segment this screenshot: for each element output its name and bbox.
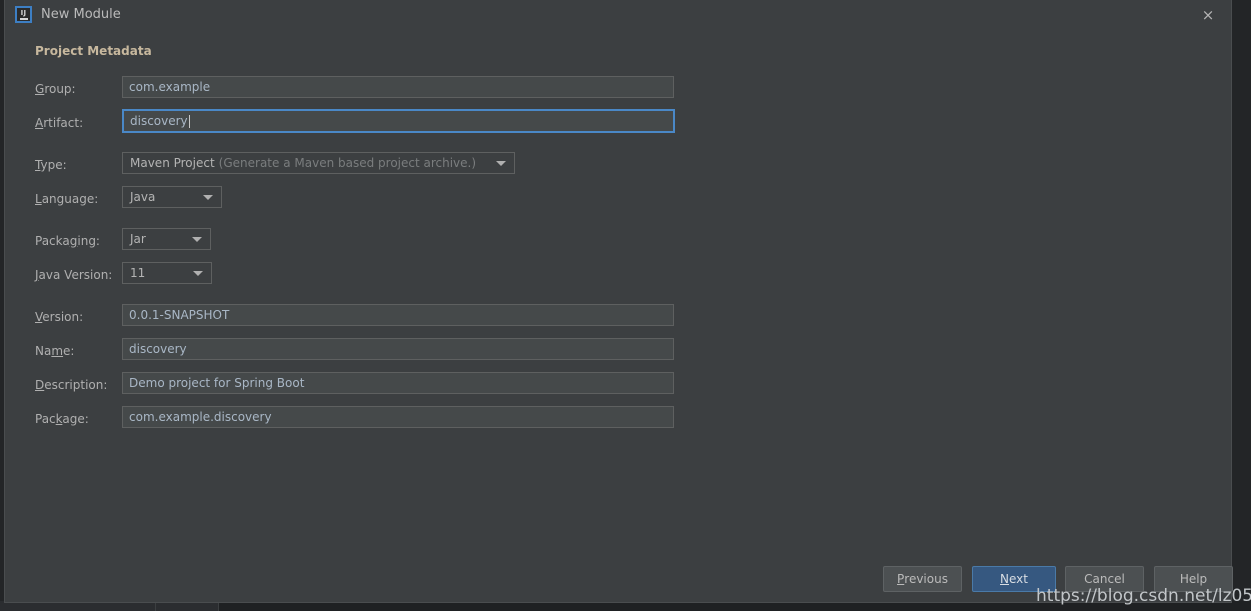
type-value: Maven Project: [130, 156, 215, 170]
type-hint: (Generate a Maven based project archive.…: [218, 156, 477, 170]
artifact-input[interactable]: discovery: [122, 109, 675, 133]
dialog-title: New Module: [41, 7, 121, 22]
watermark-text: https://blog.csdn.net/lz050116: [1036, 586, 1251, 606]
package-label: Package:: [35, 412, 89, 426]
type-label: Type:: [35, 158, 67, 172]
description-label: Description:: [35, 378, 108, 392]
chevron-down-icon: [203, 195, 213, 200]
java-version-dropdown[interactable]: 11: [122, 262, 212, 284]
version-label: Version:: [35, 310, 84, 324]
chevron-down-icon: [496, 161, 506, 166]
logo-text: IJ: [20, 8, 27, 17]
previous-button[interactable]: Previous: [883, 566, 962, 592]
name-value: discovery: [129, 342, 187, 356]
version-input[interactable]: 0.0.1-SNAPSHOT: [122, 304, 674, 326]
package-input[interactable]: com.example.discovery: [122, 406, 674, 428]
section-heading: Project Metadata: [35, 44, 152, 58]
group-label: Group:: [35, 82, 76, 96]
group-input[interactable]: com.example: [122, 76, 674, 98]
name-input[interactable]: discovery: [122, 338, 674, 360]
description-input[interactable]: Demo project for Spring Boot: [122, 372, 674, 394]
artifact-label: Artifact:: [35, 116, 84, 130]
java-version-value: 11: [130, 266, 146, 280]
java-version-label: Java Version:: [35, 268, 113, 282]
close-icon[interactable]: ×: [1185, 0, 1231, 30]
language-value: Java: [130, 190, 156, 204]
version-value: 0.0.1-SNAPSHOT: [129, 308, 230, 322]
intellij-idea-logo-icon: IJ: [15, 6, 32, 23]
dialog-title-bar: IJ New Module ×: [5, 0, 1231, 30]
name-label: Name:: [35, 344, 75, 358]
group-value: com.example: [129, 80, 211, 94]
language-dropdown[interactable]: Java: [122, 186, 222, 208]
artifact-value: discovery: [130, 114, 188, 128]
type-dropdown[interactable]: Maven Project (Generate a Maven based pr…: [122, 152, 515, 174]
language-label: Language:: [35, 192, 99, 206]
chevron-down-icon: [192, 237, 202, 242]
chevron-down-icon: [193, 271, 203, 276]
packaging-value: Jar: [130, 232, 146, 246]
text-caret: [188, 114, 190, 128]
description-value: Demo project for Spring Boot: [129, 376, 305, 390]
new-module-dialog: IJ New Module × Project Metadata Group: …: [4, 0, 1233, 603]
packaging-label: Packaging:: [35, 234, 100, 248]
package-value: com.example.discovery: [129, 410, 272, 424]
packaging-dropdown[interactable]: Jar: [122, 228, 211, 250]
logo-underline: [19, 17, 28, 20]
